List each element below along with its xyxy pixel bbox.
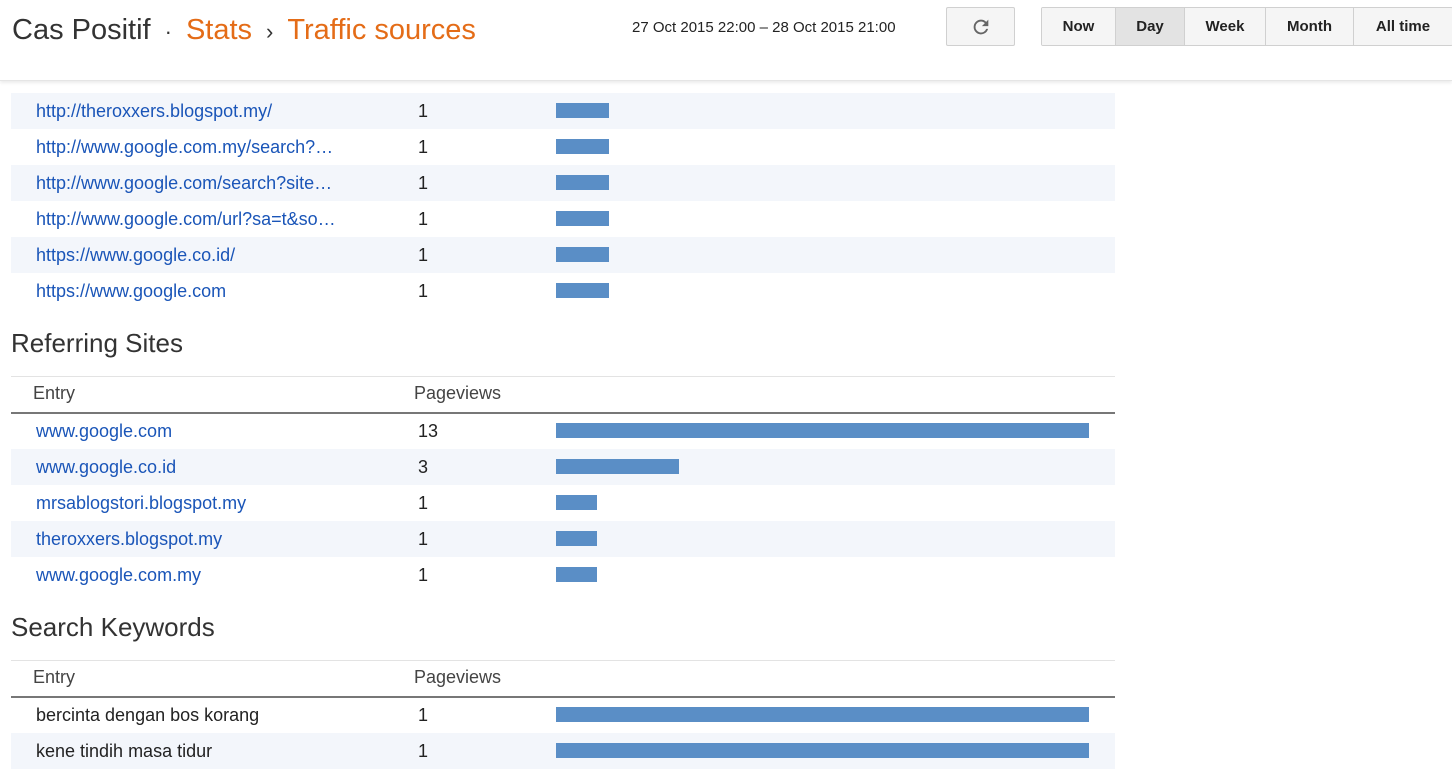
table-row: theroxxers.blogspot.my 1 (11, 521, 1115, 557)
entry-link[interactable]: www.google.com.my (36, 557, 201, 593)
pageviews-count: 1 (418, 209, 429, 229)
breadcrumb-separator: · (164, 19, 172, 44)
table-row: mrsablogstori.blogspot.my 1 (11, 485, 1115, 521)
range-week-button[interactable]: Week (1184, 8, 1265, 45)
keyword-entry: kene tindih masa tidur (36, 741, 213, 761)
range-all-time-button[interactable]: All time (1353, 8, 1452, 45)
pageviews-bar (556, 211, 609, 226)
search-keywords-title: Search Keywords (11, 612, 215, 642)
pageviews-count: 1 (418, 529, 429, 549)
pageviews-count: 1 (418, 741, 429, 761)
range-now-button[interactable]: Now (1042, 8, 1115, 45)
refresh-button[interactable] (946, 7, 1015, 46)
table-row: http://www.google.com.my/search?… 1 (11, 129, 1115, 165)
search-keywords-column-header: Entry Pageviews (11, 660, 1115, 698)
entry-link[interactable]: http://theroxxers.blogspot.my/ (36, 93, 272, 129)
pageviews-count: 1 (418, 705, 429, 725)
column-pageviews-label: Pageviews (414, 383, 502, 403)
pageviews-bar (556, 175, 609, 190)
table-row: www.google.com.my 1 (11, 557, 1115, 593)
stats-link[interactable]: Stats (186, 14, 252, 46)
pageviews-count: 1 (418, 137, 429, 157)
entry-link[interactable]: http://www.google.com/search?site… (36, 165, 332, 201)
entry-link[interactable]: http://www.google.com/url?sa=t&so… (36, 201, 336, 237)
pageviews-bar (556, 247, 609, 262)
table-row: http://theroxxers.blogspot.my/ 1 (11, 93, 1115, 129)
table-row: bercinta dengan bos korang 1 (11, 697, 1115, 733)
pageviews-bar (556, 531, 597, 546)
table-row: http://www.google.com/url?sa=t&so… 1 (11, 201, 1115, 237)
pageviews-count: 1 (418, 173, 429, 193)
refresh-icon (973, 19, 988, 34)
table-row: https://www.google.co.id/ 1 (11, 237, 1115, 273)
blog-name: Cas Positif (12, 14, 151, 46)
table-row: kene tindih masa tidur 1 (11, 733, 1115, 769)
breadcrumb-chevron: › (266, 19, 274, 44)
pageviews-count: 1 (418, 101, 429, 121)
pageviews-count: 1 (418, 493, 429, 513)
pageviews-count: 13 (418, 421, 439, 441)
referring-sites-title: Referring Sites (11, 328, 183, 358)
column-entry-label: Entry (33, 383, 76, 403)
pageviews-bar (556, 139, 609, 154)
table-row: www.google.com 13 (11, 413, 1115, 449)
breadcrumb: Cas Positif · Stats › Traffic sources (12, 12, 476, 50)
pageviews-bar (556, 495, 597, 510)
range-month-button[interactable]: Month (1265, 8, 1353, 45)
table-row: http://www.google.com/search?site… 1 (11, 165, 1115, 201)
pageviews-bar (556, 743, 1089, 758)
pageviews-bar (556, 423, 1089, 438)
pageviews-bar (556, 103, 609, 118)
table-row: www.google.co.id 3 (11, 449, 1115, 485)
entry-link[interactable]: www.google.co.id (36, 449, 176, 485)
table-row: https://www.google.com 1 (11, 273, 1115, 309)
pageviews-bar (556, 567, 597, 582)
pageviews-count: 1 (418, 281, 429, 301)
range-day-button[interactable]: Day (1115, 8, 1184, 45)
pageviews-count: 1 (418, 245, 429, 265)
stats-header: Cas Positif · Stats › Traffic sources 27 Oct… (0, 0, 1452, 81)
pageviews-bar (556, 459, 679, 474)
entry-link[interactable]: http://www.google.com.my/search?… (36, 129, 333, 165)
entry-link[interactable]: www.google.com (36, 413, 172, 449)
time-range-selector: Now Day Week Month All time (1041, 7, 1452, 46)
date-range-label: 27 Oct 2015 22:00 – 28 Oct 2015 21:00 (632, 19, 896, 36)
pageviews-count: 1 (418, 565, 429, 585)
entry-link[interactable]: mrsablogstori.blogspot.my (36, 485, 246, 521)
traffic-sources-link[interactable]: Traffic sources (287, 14, 476, 46)
pageviews-count: 3 (418, 457, 429, 477)
keyword-entry: bercinta dengan bos korang (36, 705, 260, 725)
column-entry-label: Entry (33, 667, 76, 687)
referring-sites-column-header: Entry Pageviews (11, 376, 1115, 414)
entry-link[interactable]: https://www.google.com (36, 273, 226, 309)
column-pageviews-label: Pageviews (414, 667, 502, 687)
entry-link[interactable]: https://www.google.co.id/ (36, 237, 235, 273)
entry-link[interactable]: theroxxers.blogspot.my (36, 521, 222, 557)
pageviews-bar (556, 283, 609, 298)
pageviews-bar (556, 707, 1089, 722)
